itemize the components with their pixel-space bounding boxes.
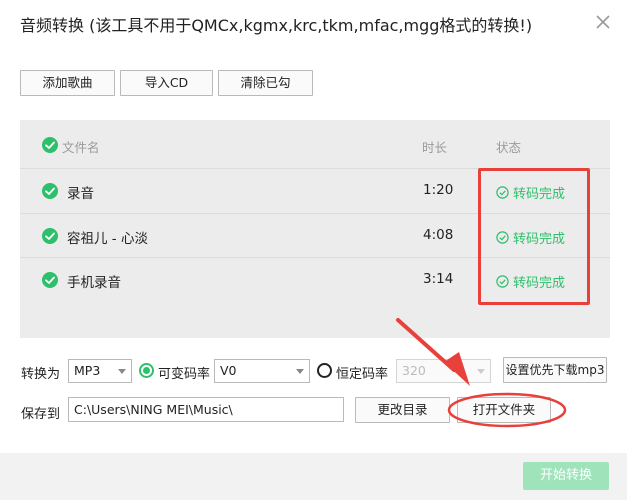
row-checkbox-icon[interactable] bbox=[42, 183, 58, 199]
header-duration: 时长 bbox=[422, 140, 448, 155]
row-checkbox-icon[interactable] bbox=[42, 228, 58, 244]
chevron-down-icon bbox=[477, 369, 485, 374]
save-to-label: 保存到 bbox=[21, 407, 61, 422]
change-directory-button[interactable]: 更改目录 bbox=[355, 397, 450, 423]
cbr-label: 恒定码率 bbox=[336, 367, 389, 382]
clear-checked-button[interactable]: 清除已勾 bbox=[218, 70, 313, 96]
chevron-down-icon bbox=[296, 369, 304, 374]
check-circle-icon bbox=[496, 186, 509, 199]
table-row[interactable]: 录音 1:20 转码完成 bbox=[20, 168, 610, 212]
row-duration: 1:20 bbox=[423, 182, 454, 198]
row-status: 转码完成 bbox=[496, 228, 565, 247]
row-duration: 3:14 bbox=[423, 271, 454, 287]
vbr-radio[interactable] bbox=[139, 363, 154, 378]
close-icon[interactable] bbox=[594, 13, 612, 31]
add-song-button[interactable]: 添加歌曲 bbox=[20, 70, 115, 96]
cbr-select[interactable]: 320 bbox=[396, 359, 491, 383]
header-status: 状态 bbox=[496, 140, 522, 155]
chevron-down-icon bbox=[118, 369, 126, 374]
convert-to-label: 转换为 bbox=[21, 367, 61, 382]
import-cd-button[interactable]: 导入CD bbox=[120, 70, 213, 96]
select-all-checkbox-icon[interactable] bbox=[42, 137, 58, 153]
row-filename: 录音 bbox=[67, 186, 94, 202]
format-select[interactable]: MP3 bbox=[68, 359, 132, 383]
start-convert-button[interactable]: 开始转换 bbox=[523, 462, 609, 490]
row-filename: 容祖儿 - 心淡 bbox=[67, 231, 148, 247]
header-filename: 文件名 bbox=[62, 140, 100, 155]
status-label: 转码完成 bbox=[513, 187, 566, 202]
audio-convert-dialog: 音频转换 (该工具不用于QMCx,kgmx,krc,tkm,mfac,mgg格式… bbox=[0, 0, 627, 500]
table-row[interactable]: 手机录音 3:14 转码完成 bbox=[20, 257, 610, 301]
format-value: MP3 bbox=[74, 363, 101, 378]
cbr-value: 320 bbox=[402, 363, 426, 378]
row-status: 转码完成 bbox=[496, 183, 565, 202]
open-folder-button[interactable]: 打开文件夹 bbox=[457, 397, 551, 423]
vbr-select[interactable]: V0 bbox=[214, 359, 310, 383]
vbr-label: 可变码率 bbox=[158, 367, 211, 382]
dialog-title: 音频转换 (该工具不用于QMCx,kgmx,krc,tkm,mfac,mgg格式… bbox=[20, 16, 533, 35]
status-label: 转码完成 bbox=[513, 232, 566, 247]
file-list: 文件名 时长 状态 录音 1:20 转码完成 容祖儿 - 心淡 4:08 转码完… bbox=[20, 120, 610, 338]
check-circle-icon bbox=[496, 275, 509, 288]
row-duration: 4:08 bbox=[423, 227, 454, 243]
row-status: 转码完成 bbox=[496, 272, 565, 291]
row-filename: 手机录音 bbox=[67, 275, 121, 291]
row-checkbox-icon[interactable] bbox=[42, 272, 58, 288]
prefer-mp3-button[interactable]: 设置优先下载mp3 bbox=[503, 357, 607, 383]
status-label: 转码完成 bbox=[513, 276, 566, 291]
file-list-header: 文件名 时长 状态 bbox=[20, 120, 610, 168]
check-circle-icon bbox=[496, 231, 509, 244]
table-row[interactable]: 容祖儿 - 心淡 4:08 转码完成 bbox=[20, 213, 610, 257]
save-path-field[interactable]: C:\Users\NING MEI\Music\ bbox=[68, 397, 344, 422]
cbr-radio[interactable] bbox=[317, 363, 332, 378]
vbr-value: V0 bbox=[220, 363, 237, 378]
